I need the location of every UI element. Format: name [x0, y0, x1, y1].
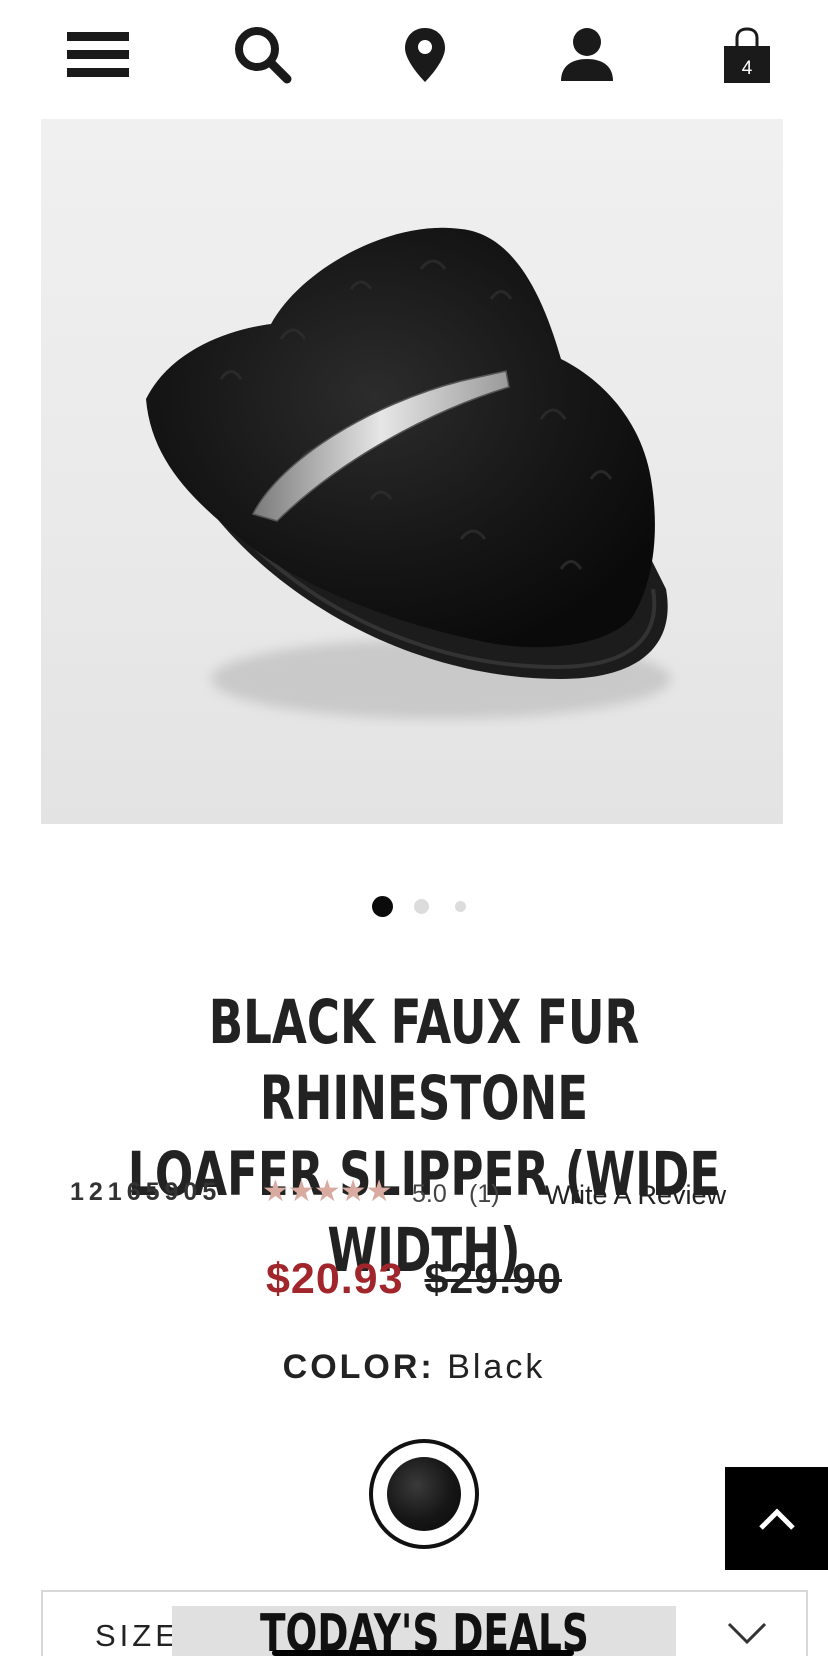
top-nav-bar: 4: [0, 0, 828, 108]
original-price: $29.90: [424, 1255, 562, 1303]
color-label: COLOR:: [282, 1348, 435, 1386]
chevron-down-icon: [727, 1622, 767, 1645]
sale-price: $20.93: [265, 1255, 404, 1303]
product-image[interactable]: [41, 119, 783, 824]
price-row: $20.93 $29.90: [0, 1255, 828, 1304]
chevron-up-icon: [758, 1507, 795, 1530]
carousel-dot-active[interactable]: [372, 896, 393, 917]
search-icon[interactable]: [228, 20, 298, 90]
location-pin-icon[interactable]: [390, 20, 460, 90]
carousel-dot[interactable]: [455, 901, 466, 912]
product-sku: 12165905: [70, 1178, 222, 1206]
carousel-dot[interactable]: [414, 899, 429, 914]
todays-deals-label: TODAY'S DEALS: [259, 1604, 589, 1656]
account-icon[interactable]: [552, 20, 622, 90]
color-swatch-fill: [387, 1457, 461, 1531]
color-value: Black: [447, 1348, 546, 1386]
color-selection-label: COLOR: Black: [0, 1348, 828, 1387]
rating-stars[interactable]: ★★★★★: [262, 1174, 392, 1209]
bag-count-badge: 4: [741, 58, 753, 79]
product-title: BLACK FAUX FUR RHINESTONE LOAFER SLIPPER…: [125, 985, 723, 1289]
carousel-dots: [0, 895, 828, 919]
rating-value: 5.0: [412, 1180, 447, 1208]
todays-deals-underline: [272, 1650, 574, 1656]
todays-deals-button[interactable]: TODAY'S DEALS: [172, 1604, 676, 1656]
product-title-line-1: BLACK FAUX FUR RHINESTONE: [208, 987, 640, 1134]
review-count[interactable]: (1): [469, 1180, 500, 1209]
product-meta-row: 12165905 ★★★★★ 5.0 (1) Write A Review: [0, 1172, 828, 1212]
color-swatch-black[interactable]: [369, 1439, 479, 1549]
back-to-top-button[interactable]: [725, 1467, 828, 1570]
shopping-bag-icon[interactable]: 4: [712, 20, 782, 90]
write-review-link[interactable]: Write A Review: [545, 1180, 726, 1211]
menu-icon[interactable]: [64, 20, 134, 90]
